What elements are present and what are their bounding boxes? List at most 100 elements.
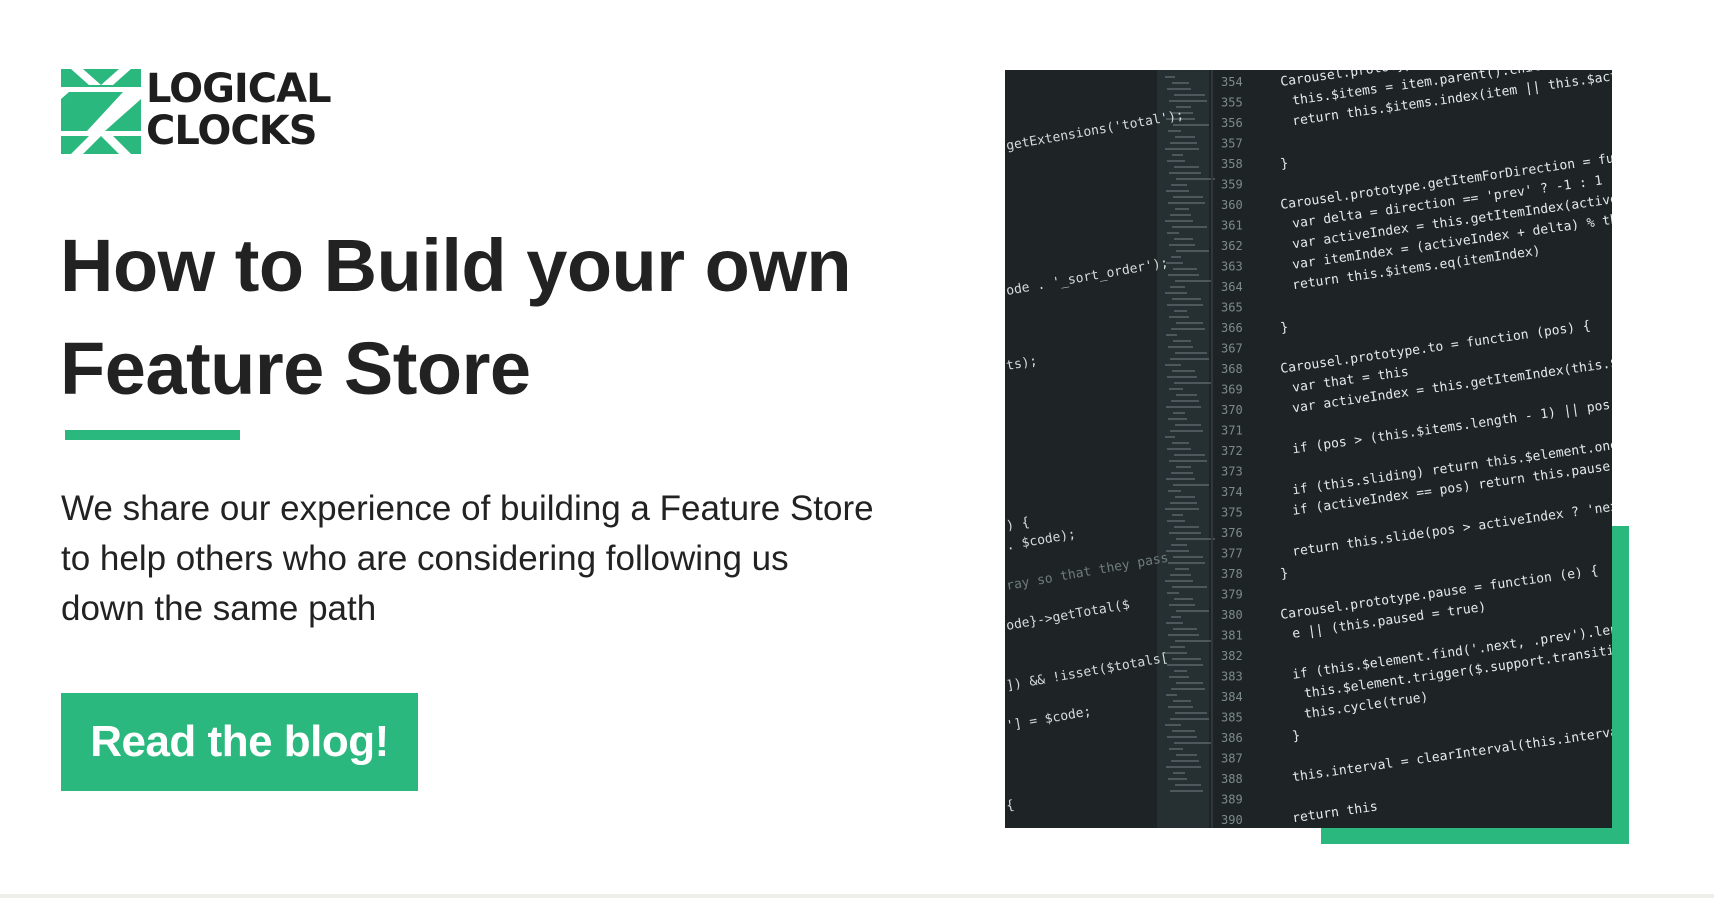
minimap-line [1174,526,1199,528]
minimap-line [1170,214,1191,216]
code-fragment: '] = $code; [1005,704,1092,734]
minimap-line [1166,334,1177,336]
minimap-line [1174,742,1211,744]
line-number: 388 [1221,772,1243,786]
minimap-line [1172,370,1195,372]
minimap-line [1167,88,1191,90]
description-line-3: down the same path [61,589,377,628]
brand-logo[interactable]: LOGICAL CLOCKS [61,69,361,154]
minimap-line [1173,196,1203,198]
minimap-line [1170,430,1203,432]
minimap-line [1167,736,1197,738]
minimap-line [1176,538,1215,540]
minimap-line [1171,616,1181,618]
minimap-line [1176,250,1209,252]
minimap-line [1176,466,1191,468]
line-number: 383 [1221,670,1243,684]
code-line: } [1279,156,1289,172]
code-fragment: ode . '_sort_order'); [1005,256,1169,299]
code-screenshot-image: getExtensions('total'); ode . '_sort_orde… [1005,70,1612,828]
minimap-line [1165,76,1175,78]
code-fragment: ode}->getTotal($ [1005,597,1131,634]
line-number: 385 [1221,711,1243,725]
minimap-line [1171,184,1187,186]
minimap-line [1175,640,1213,642]
line-number: 354 [1221,75,1243,89]
line-number: 365 [1221,301,1243,315]
title-line-2: Feature Store [60,327,531,410]
line-number: 377 [1221,547,1243,561]
minimap-line [1173,772,1185,774]
page-title: How to Build your own Feature Store [60,214,920,420]
minimap-line [1167,376,1197,378]
line-number: 389 [1221,793,1243,807]
code-line: } [1279,320,1289,336]
minimap-line [1172,82,1189,84]
minimap-line [1165,220,1193,222]
minimap-line [1165,364,1181,366]
bottom-divider [0,894,1714,898]
minimap-line [1174,670,1187,672]
minimap-line [1166,694,1177,696]
minimap-line [1168,418,1187,420]
minimap-line [1166,262,1183,264]
code-line: } [1291,728,1301,744]
line-number: 362 [1221,239,1243,253]
minimap-line [1169,100,1207,102]
minimap-line [1165,436,1175,438]
line-number: 364 [1221,280,1243,294]
minimap-line [1170,502,1197,504]
minimap-line [1175,352,1207,354]
minimap-line [1175,496,1195,498]
line-number: 384 [1221,690,1243,704]
minimap-line [1167,304,1203,306]
minimap-line [1174,238,1193,240]
minimap-line [1173,700,1191,702]
line-number: 368 [1221,362,1243,376]
line-number: 382 [1221,649,1243,663]
minimap-line [1168,130,1181,132]
code-screenshot-canvas: getExtensions('total');ode . '_sort_orde… [1005,70,1612,828]
minimap-line [1169,316,1189,318]
line-number: 390 [1221,813,1243,827]
title-line-1: How to Build your own [60,224,852,307]
minimap-line [1172,586,1207,588]
minimap-line [1169,244,1195,246]
minimap-line [1176,322,1203,324]
minimap-line [1168,346,1193,348]
minimap-line [1168,706,1193,708]
code-line: this.interval = clearInterval(this.inter… [1291,723,1612,786]
minimap-line [1171,472,1193,474]
minimap-line [1174,382,1211,384]
title-underline [65,430,240,440]
minimap-line [1175,784,1201,786]
minimap-line [1168,562,1205,564]
minimap-line [1169,532,1201,534]
minimap-line [1176,610,1209,612]
line-number: 386 [1221,731,1243,745]
code-line: } [1279,566,1289,582]
read-blog-button[interactable]: Read the blog! [61,693,418,791]
minimap-line [1170,286,1185,288]
line-number: 370 [1221,403,1243,417]
description-line-2: to help others who are considering follo… [61,539,789,578]
minimap-line [1173,412,1185,414]
line-number: 356 [1221,116,1243,130]
minimap-line [1165,580,1193,582]
minimap-line [1174,166,1199,168]
minimap-line [1174,94,1205,96]
gutter-separator [1211,70,1213,828]
code-fragment: ]) && !isset($totals[ [1005,651,1169,694]
description: We share our experience of building a Fe… [61,484,921,634]
minimap-line [1175,568,1189,570]
minimap-line [1175,712,1207,714]
minimap-line [1173,340,1191,342]
line-number: 378 [1221,567,1243,581]
minimap-line [1175,208,1189,210]
minimap-line [1166,478,1195,480]
minimap-line [1169,676,1189,678]
minimap-line [1173,556,1203,558]
minimap-line [1172,442,1189,444]
line-number: 371 [1221,424,1243,438]
logical-clocks-mark-icon [61,69,141,154]
